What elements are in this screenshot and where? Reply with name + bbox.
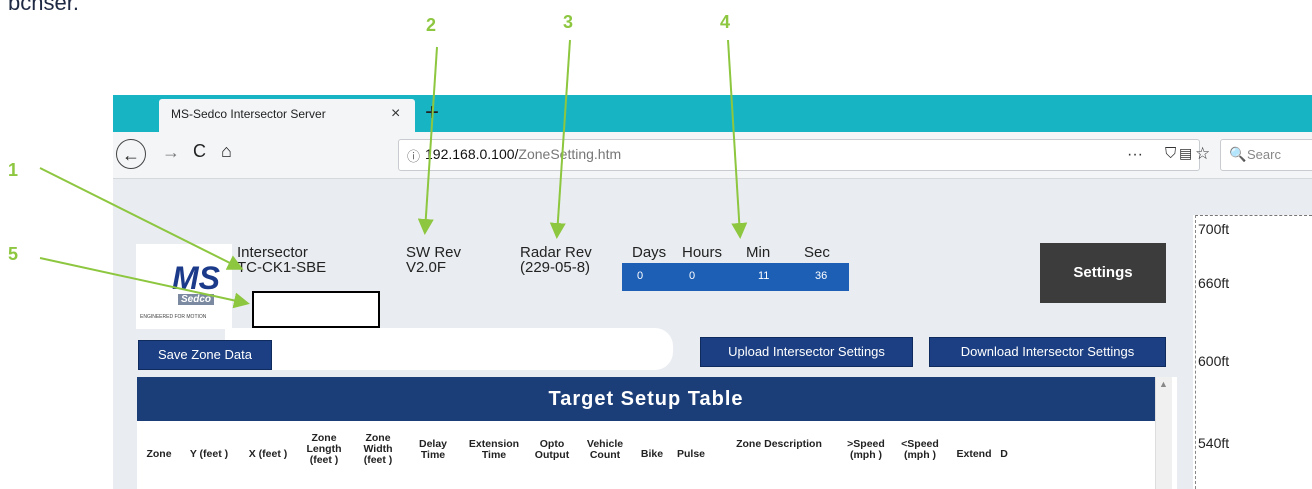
callout-arrow-5 [39,257,250,309]
callout-arrow-4 [727,39,748,239]
callout-5: 5 [8,244,19,264]
callout-1: 1 [8,160,19,180]
callout-arrow-2 [417,46,438,235]
callout-3: 3 [563,12,574,32]
callout-4: 4 [720,12,731,32]
callout-arrow-1 [39,167,244,270]
callout-arrows [39,39,748,309]
callout-arrow-3 [549,39,571,239]
callout-2: 2 [426,15,437,35]
